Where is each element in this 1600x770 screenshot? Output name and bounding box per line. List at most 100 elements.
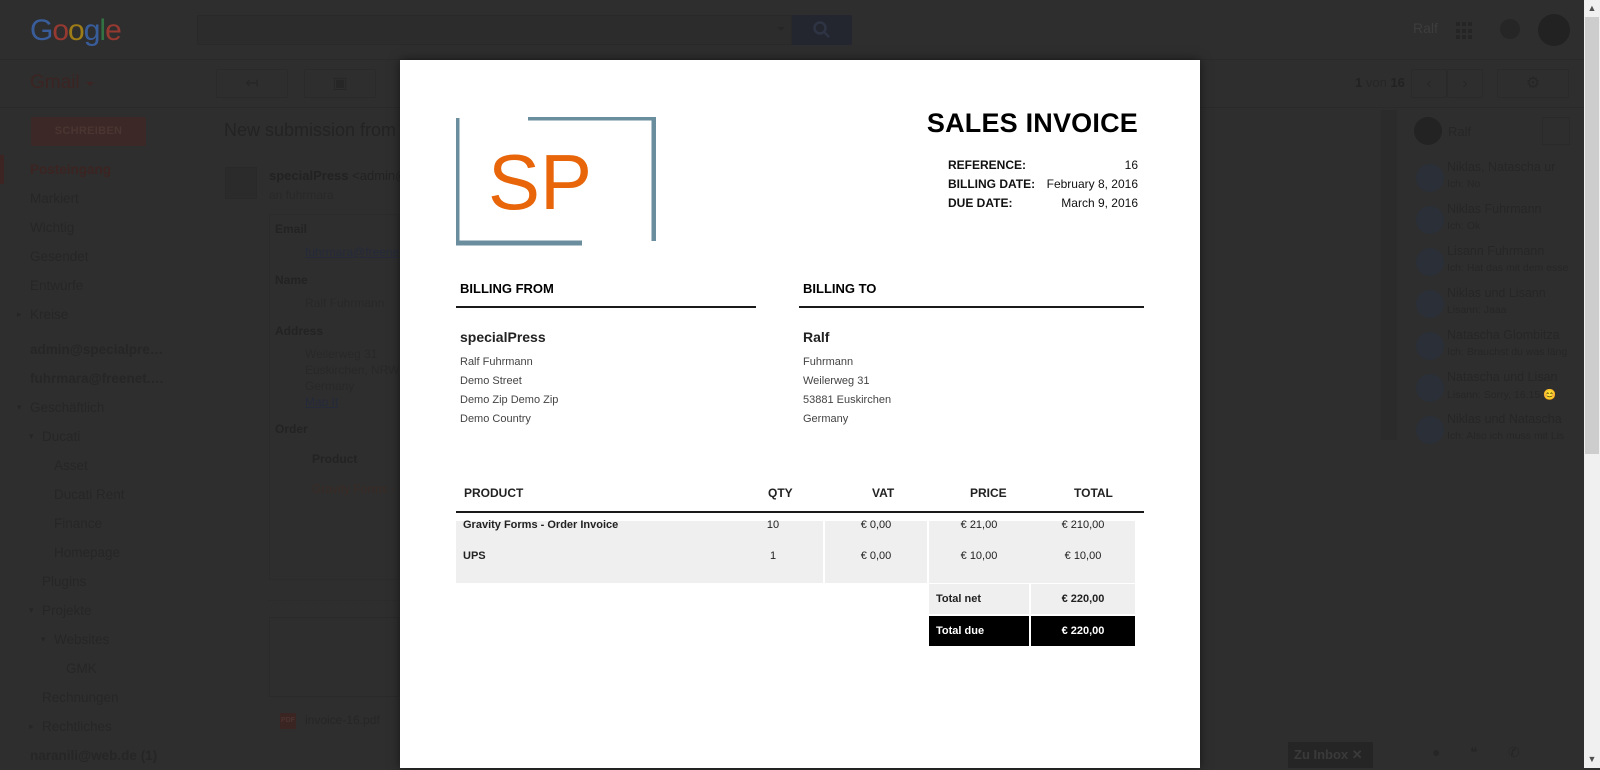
search-options-caret-icon[interactable] (777, 27, 785, 31)
order-item: Gravity Forms - (312, 482, 395, 496)
zu-inbox-button[interactable]: Zu Inbox ✕ (1288, 742, 1373, 768)
sidebar-item[interactable]: Gesendet (0, 242, 200, 271)
sidebar-item[interactable]: admin@specialpre… (0, 335, 200, 364)
sidebar-item[interactable]: fuhrmara@freenet.… (0, 364, 200, 393)
sidebar-item-label: Geschäftlich (30, 400, 105, 415)
sidebar-item[interactable]: Asset (0, 451, 200, 480)
hangouts-user-name[interactable]: Ralf (1448, 124, 1471, 139)
sidebar-item-label: fuhrmara@freenet.… (30, 371, 164, 386)
hangouts-avatar[interactable] (1414, 117, 1442, 145)
billing-from-line: Demo Country (460, 413, 531, 425)
expand-right-icon[interactable]: ▸ (29, 712, 34, 741)
attachment-name[interactable]: invoice-16.pdf (305, 713, 380, 727)
sidebar-item-label: Markiert (30, 191, 79, 206)
sidebar-item[interactable]: ▾ Geschäftlich (0, 393, 200, 422)
sidebar-item[interactable]: Wichtig (0, 213, 200, 242)
attachment-thumbnail[interactable] (269, 617, 399, 697)
sidebar-item[interactable]: Markiert (0, 184, 200, 213)
meta-row: BILLING DATE: February 8, 2016 (948, 175, 1138, 194)
hangouts-contact[interactable]: Niklas Fuhrmann Ich: Ok (1414, 200, 1584, 242)
account-avatar[interactable] (1538, 14, 1570, 46)
scrollbar-thumb[interactable] (1585, 17, 1599, 454)
billing-from-line: Ralf Fuhrmann (460, 356, 533, 368)
scroll-up-icon[interactable]: ▲ (1584, 0, 1600, 17)
sidebar-item[interactable]: naranili@web.de (1) (0, 741, 200, 770)
google-logo[interactable]: Google (30, 14, 122, 48)
sidebar-item-label: GMK (66, 661, 97, 676)
person-icon[interactable]: ● (1432, 744, 1440, 760)
phone-icon[interactable]: ✆ (1508, 744, 1520, 761)
expand-down-icon[interactable]: ▾ (29, 422, 34, 451)
email-link[interactable]: fuhrmara@freene (305, 245, 399, 259)
sidebar-item[interactable]: ▾ Websites (0, 625, 200, 654)
sidebar-item[interactable]: ▾ Projekte (0, 596, 200, 625)
billing-from-line: Demo Street (460, 375, 522, 387)
sidebar-item[interactable]: Rechnungen (0, 683, 200, 712)
back-button[interactable]: ↤ (216, 69, 288, 98)
chevron-down-icon[interactable] (86, 82, 94, 86)
contact-last-message: Ich: Hat das mit dem esse (1447, 262, 1569, 274)
search-input[interactable] (197, 15, 792, 45)
sidebar-item[interactable]: ▸ Kreise (0, 300, 200, 329)
expand-down-icon[interactable]: ▾ (29, 596, 34, 625)
sidebar-item[interactable]: Homepage (0, 538, 200, 567)
contact-last-message: Ich: No (1447, 178, 1481, 190)
meta-key: DUE DATE: (948, 196, 1013, 210)
sidebar-item[interactable]: Entwürfe (0, 271, 200, 300)
sidebar-item[interactable]: ▸ Rechtliches (0, 712, 200, 741)
sidebar-item-label: naranili@web.de (1) (30, 748, 158, 763)
contact-avatar (1416, 416, 1444, 444)
pdf-file-icon: PDF (280, 713, 296, 729)
hangouts-contact[interactable]: Natascha und Lisan Lisann: Sorry, 16.15 😊 (1414, 368, 1584, 410)
sidebar-item[interactable]: Posteingang (0, 155, 200, 184)
sidebar-item-label: Rechnungen (42, 690, 119, 705)
item-total-cell: € 210,00 (1061, 519, 1105, 531)
notifications-bell-icon[interactable] (1500, 19, 1520, 39)
contact-name: Niklas, Natascha ur (1447, 160, 1556, 174)
sidebar-item[interactable]: ▾ Ducati (0, 422, 200, 451)
contact-last-message: Lisann: Sorry, 16.15 😊 (1447, 389, 1557, 401)
search-button[interactable] (792, 15, 852, 45)
settings-button[interactable]: ⚙ (1497, 69, 1569, 98)
meta-value: 16 (1124, 158, 1138, 172)
contact-name: Natascha und Lisan (1447, 370, 1558, 384)
scroll-down-icon[interactable]: ▼ (1584, 751, 1600, 768)
contact-avatar (1416, 248, 1444, 276)
older-button[interactable]: › (1447, 69, 1483, 98)
expand-right-icon[interactable]: ▸ (17, 300, 22, 329)
hangouts-contact[interactable]: Niklas und Natascha Ich: Also ich muss mi… (1414, 410, 1584, 452)
gmail-app: Google Ralf Gmail ↤ ▣ 1 von 16 ‹ › ⚙ SCH… (0, 0, 1584, 768)
compose-button[interactable]: SCHREIBEN (31, 117, 146, 146)
sidebar-item[interactable]: GMK (0, 654, 200, 683)
hangouts-contact[interactable]: Natascha Glombitza Ich: Brauchst du was l… (1414, 326, 1584, 368)
billing-to-line: Germany (803, 413, 849, 425)
invoice-meta: REFERENCE: 16 BILLING DATE: February 8, 201… (948, 156, 1138, 213)
account-name[interactable]: Ralf (1413, 20, 1438, 36)
hangouts-contact[interactable]: Lisann Fuhrmann Ich: Hat das mit dem esse (1414, 242, 1584, 284)
newer-button[interactable]: ‹ (1411, 69, 1447, 98)
hangouts-search-button[interactable] (1542, 117, 1570, 145)
gmail-app-switcher[interactable]: Gmail (30, 72, 80, 94)
item-price-cell: € 10,00 (960, 550, 998, 562)
logo-letter: e (105, 14, 122, 47)
message-subject: New submission from S (224, 120, 414, 140)
expand-down-icon[interactable]: ▾ (17, 393, 22, 422)
page-scrollbar[interactable]: ▲ ▼ (1584, 0, 1600, 768)
field-value-name: Ralf Fuhrmann (305, 296, 385, 310)
hangouts-contact[interactable]: Niklas und Lisann Lisann: Jaaa (1414, 284, 1584, 326)
archive-button[interactable]: ▣ (304, 69, 376, 98)
hangouts-quote-icon[interactable]: ❝ (1470, 744, 1478, 761)
recipient-line[interactable]: an fuhrmara (269, 188, 334, 202)
apps-grid-icon[interactable] (1456, 22, 1474, 40)
expand-down-icon[interactable]: ▾ (41, 625, 46, 654)
sidebar-item[interactable]: Finance (0, 509, 200, 538)
meta-row: DUE DATE: March 9, 2016 (948, 194, 1138, 213)
company-logo: SP (456, 117, 656, 246)
message-scrollbar[interactable] (1381, 110, 1397, 440)
item-product-cell: UPS (463, 550, 486, 562)
sidebar-item[interactable]: Plugins (0, 567, 200, 596)
sidebar-item[interactable]: Ducati Rent (0, 480, 200, 509)
sidebar-item-label: Plugins (42, 574, 87, 589)
map-it-link[interactable]: Map It (305, 395, 338, 409)
hangouts-contact[interactable]: Niklas, Natascha ur Ich: No (1414, 158, 1584, 200)
